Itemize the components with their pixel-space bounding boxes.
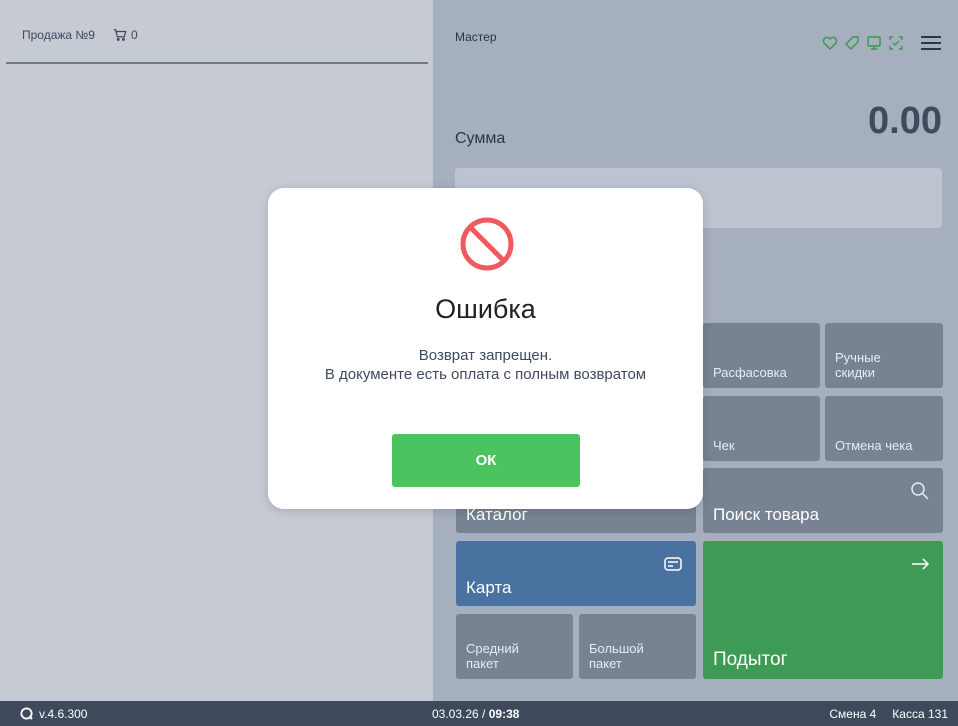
logo-icon [20, 707, 33, 720]
subtotal-label: Подытог [713, 649, 788, 670]
heart-icon[interactable] [822, 35, 838, 51]
version-info: v.4.6.300 [20, 707, 432, 721]
subtotal-button[interactable]: Подытог [703, 541, 943, 679]
search-icon [911, 482, 929, 500]
receipt-header: Продажа №9 0 [6, 8, 428, 64]
medium-bag-label: Средний пакет [466, 641, 519, 671]
sale-title: Продажа №9 [22, 28, 95, 42]
top-toolbar [822, 34, 942, 52]
card-icon [664, 557, 682, 571]
cart-count: 0 [130, 28, 138, 42]
shift-label: Смена 4 [829, 706, 877, 721]
rasfasovka-label: Расфасовка [713, 365, 787, 380]
check-button[interactable]: Чек [703, 396, 820, 461]
date-label: 03.03.26 / [432, 706, 489, 721]
rasfasovka-button[interactable]: Расфасовка [703, 323, 820, 388]
cancel-check-label: Отмена чека [835, 438, 913, 453]
large-bag-label: Большой пакет [589, 641, 644, 671]
register-label: Касса 131 [892, 706, 948, 721]
card-label: Карта [466, 578, 512, 597]
sum-value: 0.00 [868, 100, 942, 142]
dialog-message-line2: В документе есть оплата с полным возврат… [324, 366, 647, 383]
dialog-message: Возврат запрещен. В документе есть оплат… [308, 346, 663, 384]
datetime: 03.03.26 / 09:38 [432, 707, 829, 721]
card-payment-button[interactable]: Карта [456, 541, 696, 606]
menu-icon[interactable] [920, 34, 942, 52]
mode-label: Мастер [455, 30, 497, 44]
cart-counter: 0 [113, 28, 138, 42]
check-label: Чек [713, 438, 735, 453]
sum-label: Сумма [455, 130, 506, 147]
ok-button[interactable]: ОК [392, 434, 580, 487]
arrow-right-icon [912, 558, 930, 570]
tag-icon[interactable] [844, 35, 860, 51]
search-product-button[interactable]: Поиск товара [703, 468, 943, 533]
manual-discounts-label: Ручные скидки [835, 350, 881, 380]
large-bag-button[interactable]: Большой пакет [579, 614, 696, 679]
time-label: 09:38 [488, 706, 520, 721]
cancel-check-button[interactable]: Отмена чека [825, 396, 943, 461]
forbidden-icon [460, 217, 514, 271]
dialog-title: Ошибка [435, 294, 536, 324]
error-dialog: Ошибка Возврат запрещен. В документе ест… [268, 188, 703, 509]
scan-icon[interactable] [888, 35, 904, 51]
search-product-label: Поиск товара [713, 505, 820, 524]
manual-discounts-button[interactable]: Ручные скидки [825, 323, 943, 388]
dialog-message-line1: Возврат запрещен. [418, 347, 553, 364]
cart-icon [113, 29, 127, 41]
medium-bag-button[interactable]: Средний пакет [456, 614, 573, 679]
monitor-icon[interactable] [866, 35, 882, 51]
status-bar: v.4.6.300 03.03.26 / 09:38 Смена 4 Касса… [0, 701, 958, 726]
version-label: v.4.6.300 [39, 706, 88, 721]
